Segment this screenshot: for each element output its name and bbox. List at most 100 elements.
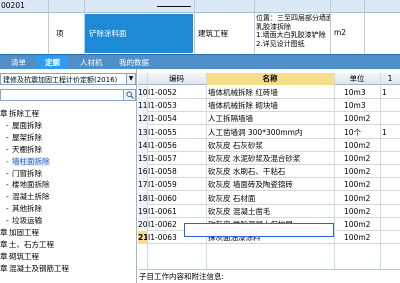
quota-name[interactable]: 人工凿墙洞 300*300mm内 (208, 126, 333, 139)
quota-code[interactable]: I1-0054 (148, 112, 206, 125)
tree-chapter-marker: 章 (0, 109, 8, 118)
quota-unit[interactable]: 100m2 (344, 218, 380, 231)
tree-item[interactable]: 章混凝土及钢筋工程 (0, 263, 69, 274)
table-row[interactable]: 10 I1-0052 墙体机械拆除 红砖墙 10m3 1 (138, 86, 400, 99)
quota-unit[interactable]: 100m2 (344, 178, 380, 191)
tree-item-label: 砌筑工程 (9, 251, 39, 261)
table-row[interactable]: 19 I1-0061 砍灰皮 混凝土凿毛 100m2 (138, 204, 400, 218)
quota-extra[interactable] (382, 218, 400, 231)
tree-item[interactable]: - 门窗拆除 (0, 168, 42, 179)
quota-extra[interactable] (382, 112, 400, 125)
tree-item[interactable]: - 其他拆除 (0, 203, 42, 214)
text-cursor (157, 6, 191, 7)
tree-item[interactable]: - 楼地面拆除 (0, 179, 50, 190)
quota-name[interactable]: 砍灰皮 水刷石、干粘石 (208, 165, 333, 178)
quota-book-value: 建修及抗震加固工程计价定额(2016) (3, 76, 118, 84)
quota-unit[interactable]: 100m2 (344, 112, 380, 125)
tree-item[interactable]: - 混凝土拆除 (0, 191, 50, 202)
quota-code[interactable]: I1-0058 (148, 165, 206, 178)
tree-item[interactable]: - 墙柱面拆除 (0, 156, 50, 167)
quota-code[interactable]: I1-0061 (148, 205, 206, 218)
quota-extra[interactable] (382, 99, 400, 112)
tree-item[interactable]: - 垃圾运输 (0, 215, 42, 226)
quota-unit[interactable]: 100m2 (344, 165, 380, 178)
quota-unit[interactable]: 100m2 (344, 152, 380, 165)
quota-extra[interactable] (382, 231, 400, 244)
quota-extra[interactable] (382, 139, 400, 152)
quota-extra[interactable] (382, 192, 400, 205)
quota-extra[interactable]: 1 (382, 126, 400, 139)
quota-extra[interactable]: 1 (382, 86, 400, 99)
quota-name[interactable]: 墙体机械拆除 红砖墙 (208, 86, 333, 99)
table-row[interactable]: 14 I1-0056 砍灰皮 石灰砂浆 100m2 (138, 138, 400, 152)
quota-name[interactable]: 砍灰皮 石灰砂浆 (208, 139, 333, 152)
quota-name[interactable]: 人工拆隔墙墙 (208, 112, 333, 125)
row-number: 17 (138, 178, 147, 192)
quota-code[interactable]: I1-0059 (148, 178, 206, 191)
tree-item[interactable]: 章拆除工程 (0, 108, 39, 119)
quota-unit[interactable]: 10m3 (344, 99, 380, 112)
quota-unit[interactable]: 100m2 (344, 231, 380, 244)
tab-my-data[interactable]: 我的数据 (112, 56, 156, 69)
quota-unit[interactable]: 100m2 (344, 192, 380, 205)
quota-unit[interactable]: 10个 (344, 126, 380, 139)
table-row[interactable]: 12 I1-0054 人工拆隔墙墙 100m2 (138, 112, 400, 126)
table-row[interactable]: 11 I1-0053 墙体机械拆除 砌块墙 10m3 (138, 99, 400, 113)
bill-description[interactable]: 位置：三至四层部分墙面大白 乳胶漆拆除 1.墙面大白乳胶漆铲除 2.详见设计图纸 (256, 14, 330, 48)
tree-item[interactable]: - 天棚拆除 (0, 144, 42, 155)
quota-code[interactable]: I1-0052 (148, 86, 206, 99)
bill-type: 项 (56, 29, 64, 38)
tree-item[interactable]: 章砌筑工程 (0, 251, 39, 262)
tree-item[interactable]: 章土、石方工程 (0, 239, 54, 250)
grid-header: 编码 名称 单位 1 (138, 73, 400, 85)
quota-unit[interactable]: 100m2 (344, 139, 380, 152)
name-edit-cell[interactable] (184, 223, 334, 237)
bill-unit: m2 (334, 28, 347, 37)
tab-labor-material-machine[interactable]: 人材机 (73, 56, 110, 69)
header-extra[interactable]: 1 (380, 73, 400, 85)
quota-name[interactable]: 墙体机械拆除 砌块墙 (208, 99, 333, 112)
tree-item[interactable]: - 屋架拆除 (0, 132, 42, 143)
table-row[interactable]: 16 I1-0058 砍灰皮 水刷石、干粘石 100m2 (138, 165, 400, 179)
bill-name[interactable]: 铲除涂料面 (89, 28, 127, 39)
quota-name[interactable]: 砍灰皮 水泥砂浆及混合砂浆 (208, 152, 333, 165)
table-row[interactable]: 18 I1-0060 砍灰皮 石材面 100m2 (138, 191, 400, 205)
quota-book-select[interactable]: 建修及抗震加固工程计价定额(2016) ▼ (0, 73, 136, 85)
table-row[interactable]: 13 I1-0055 人工凿墙洞 300*300mm内 10个 1 (138, 125, 400, 139)
desc-line: 乳胶漆拆除 (256, 22, 291, 31)
search-button[interactable] (123, 90, 135, 100)
tree-item[interactable]: - 屋面拆除 (0, 120, 42, 131)
tab-quota[interactable]: 定额 (38, 56, 67, 69)
tree-item-label: 其他拆除 (12, 204, 42, 214)
tree-chapter-marker: 章 (0, 228, 8, 237)
quota-code[interactable]: I1-0057 (148, 152, 206, 165)
quota-code[interactable]: I1-0060 (148, 192, 206, 205)
search-input[interactable] (0, 89, 136, 101)
header-code[interactable]: 编码 (147, 73, 206, 85)
quota-extra[interactable] (382, 178, 400, 191)
tree-item-label: 土、石方工程 (9, 239, 54, 249)
header-unit[interactable]: 单位 (334, 73, 380, 85)
tab-bill[interactable]: 清单 (4, 56, 33, 69)
quota-name[interactable]: 砍灰皮 墙面砖及陶瓷锦砖 (208, 178, 333, 191)
header-name[interactable]: 名称 (206, 73, 334, 85)
chevron-down-icon[interactable]: ▼ (126, 74, 135, 84)
column-divider (254, 0, 255, 54)
tree-item[interactable]: 章加固工程 (0, 227, 39, 238)
quota-unit[interactable]: 100m2 (344, 205, 380, 218)
quota-extra[interactable] (382, 165, 400, 178)
quota-extra[interactable] (382, 205, 400, 218)
quota-code[interactable]: I1-0056 (148, 139, 206, 152)
table-row[interactable]: 15 I1-0057 砍灰皮 水泥砂浆及混合砂浆 100m2 (138, 152, 400, 165)
search-icon (126, 91, 134, 99)
quota-extra[interactable] (382, 152, 400, 165)
bill-row-header[interactable]: 00201 (0, 0, 400, 13)
quota-code[interactable]: I1-0055 (148, 126, 206, 139)
quota-name[interactable]: 砍灰皮 石材面 (208, 192, 333, 205)
row-number: 15 (138, 152, 147, 165)
table-row[interactable]: 17 I1-0059 砍灰皮 墙面砖及陶瓷锦砖 100m2 (138, 178, 400, 192)
quota-code[interactable]: I1-0053 (148, 99, 206, 112)
quota-name[interactable]: 砍灰皮 混凝土凿毛 (208, 205, 333, 218)
tree-item-label: 屋面拆除 (12, 120, 42, 130)
quota-unit[interactable]: 10m3 (344, 86, 380, 99)
